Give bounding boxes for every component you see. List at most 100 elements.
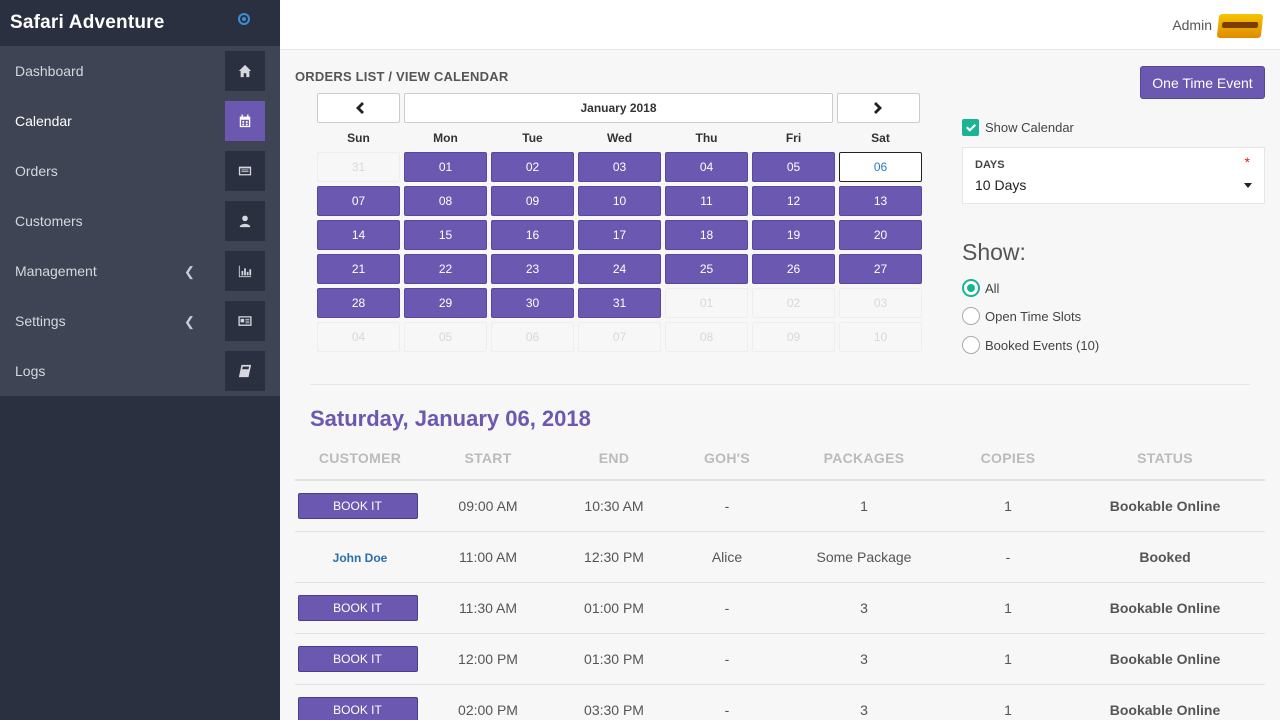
dow-label: Sat [871, 131, 890, 145]
calendar-day[interactable]: 12 [752, 186, 835, 216]
calendar-day[interactable]: 10 [578, 186, 661, 216]
next-month-button[interactable] [837, 93, 920, 123]
table-row: BOOK IT 09:00 AM 10:30 AM - 1 1 Bookable… [295, 481, 1265, 532]
packages-value: 3 [860, 651, 868, 667]
prev-month-button[interactable] [317, 93, 400, 123]
goh-value: - [724, 600, 730, 616]
goh-link[interactable]: Alice [677, 549, 777, 565]
calendar-day[interactable]: 11 [665, 186, 748, 216]
calendar-day[interactable]: 17 [578, 220, 661, 250]
calendar-day[interactable]: 19 [752, 220, 835, 250]
calendar-icon [225, 101, 265, 141]
filter-label: All [985, 280, 1000, 296]
home-icon [225, 51, 265, 91]
end-time: 12:30 PM [584, 549, 644, 565]
calendar-day[interactable]: 22 [404, 254, 487, 284]
sidebar-item-settings[interactable]: Settings ❮ [0, 296, 280, 346]
status-link[interactable]: Bookable Online [1065, 702, 1265, 718]
calendar-day[interactable]: 14 [317, 220, 400, 250]
calendar-day-other-month: 31 [317, 152, 400, 182]
sidebar-item-customers[interactable]: Customers [0, 196, 280, 246]
sidebar-toggle-icon[interactable] [238, 13, 250, 25]
sidebar: Safari Adventure Dashboard Calendar Orde… [0, 0, 280, 720]
filter-open-slots-radio[interactable]: Open Time Slots [962, 307, 1081, 325]
calendar-day[interactable]: 08 [404, 186, 487, 216]
calendar-day[interactable]: 03 [578, 152, 661, 182]
calendar-day[interactable]: 25 [665, 254, 748, 284]
sidebar-item-dashboard[interactable]: Dashboard [0, 46, 280, 96]
calendar-day[interactable]: 09 [491, 186, 574, 216]
packages-value: 1 [860, 498, 868, 514]
status-link[interactable]: Bookable Online [1065, 498, 1265, 514]
copies-value: 1 [1004, 498, 1012, 514]
calendar-day-selected[interactable]: 06 [839, 152, 922, 182]
checkbox-checked-icon[interactable] [962, 119, 979, 136]
id-card-icon [225, 301, 265, 341]
sidebar-item-label: Settings [15, 313, 66, 329]
calendar-day[interactable]: 29 [404, 288, 487, 318]
chevron-left-icon: ❮ [184, 264, 195, 279]
end-time: 03:30 PM [584, 702, 644, 718]
customer-link[interactable]: John Doe [333, 551, 388, 565]
filter-label: Booked Events (10) [985, 337, 1100, 353]
calendar-day-other-month: 06 [491, 322, 574, 352]
sidebar-item-orders[interactable]: Orders [0, 146, 280, 196]
goh-value: - [724, 498, 730, 514]
calendar-day[interactable]: 16 [491, 220, 574, 250]
status-link[interactable]: Bookable Online [1065, 600, 1265, 616]
calendar-day[interactable]: 07 [317, 186, 400, 216]
book-it-button[interactable]: BOOK IT [297, 595, 418, 621]
end-time: 01:30 PM [584, 651, 644, 667]
show-calendar-toggle[interactable]: Show Calendar [962, 119, 1074, 136]
book-it-button[interactable]: BOOK IT [297, 697, 418, 720]
book-it-button[interactable]: BOOK IT [297, 646, 418, 672]
goh-value: - [724, 651, 730, 667]
calendar-day[interactable]: 21 [317, 254, 400, 284]
sidebar-item-label: Orders [15, 163, 58, 179]
table-row: John Doe 11:00 AM 12:30 PM Alice Some Pa… [295, 532, 1265, 583]
user-icon [225, 201, 265, 241]
calendar-day[interactable]: 18 [665, 220, 748, 250]
calendar-day[interactable]: 20 [839, 220, 922, 250]
calendar-day[interactable]: 02 [491, 152, 574, 182]
dow-label: Tue [522, 131, 543, 145]
calendar-day[interactable]: 28 [317, 288, 400, 318]
sidebar-item-management[interactable]: Management ❮ [0, 246, 280, 296]
column-header: GOH'S [703, 450, 751, 466]
packages-value: 3 [860, 702, 868, 718]
status-link[interactable]: Bookable Online [1065, 651, 1265, 667]
sidebar-item-calendar[interactable]: Calendar [0, 96, 280, 146]
book-it-button[interactable]: BOOK IT [297, 493, 418, 519]
calendar-day[interactable]: 23 [491, 254, 574, 284]
sidebar-menu: Dashboard Calendar Orders Customers Mana… [0, 46, 280, 396]
chevron-left-icon: ❮ [184, 314, 195, 329]
calendar-day[interactable]: 15 [404, 220, 487, 250]
user-name[interactable]: Admin [1172, 17, 1212, 33]
calendar-day-other-month: 10 [839, 322, 922, 352]
calendar-day[interactable]: 27 [839, 254, 922, 284]
calendar-day[interactable]: 01 [404, 152, 487, 182]
calendar-day-other-month: 08 [665, 322, 748, 352]
calendar-day[interactable]: 31 [578, 288, 661, 318]
packages-value: Some Package [816, 549, 912, 565]
month-label[interactable]: January 2018 [404, 93, 833, 123]
filter-booked-events-radio[interactable]: Booked Events (10) [962, 336, 1099, 354]
sidebar-item-label: Calendar [15, 113, 72, 129]
app-title: Safari Adventure [10, 12, 165, 33]
calendar-day[interactable]: 04 [665, 152, 748, 182]
days-select[interactable]: DAYS * 10 Days [962, 147, 1265, 204]
show-calendar-label: Show Calendar [985, 120, 1074, 135]
start-time: 02:00 PM [458, 702, 518, 718]
calendar-day[interactable]: 30 [491, 288, 574, 318]
sidebar-item-logs[interactable]: Logs [0, 346, 280, 396]
calendar-day[interactable]: 24 [578, 254, 661, 284]
calendar-day[interactable]: 13 [839, 186, 922, 216]
chevron-right-icon [873, 102, 882, 114]
calendar-day[interactable]: 26 [752, 254, 835, 284]
column-header: START [464, 450, 512, 466]
calendar-day[interactable]: 05 [752, 152, 835, 182]
dow-label: Mon [433, 131, 458, 145]
one-time-event-button[interactable]: One Time Event [1140, 66, 1265, 99]
sidebar-item-label: Customers [15, 213, 83, 229]
filter-all-radio[interactable]: All [962, 279, 999, 297]
